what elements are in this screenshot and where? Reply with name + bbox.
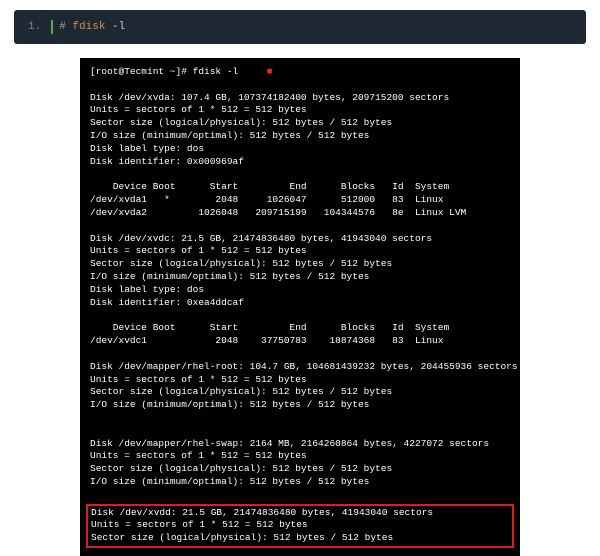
cursor-icon [51, 20, 53, 34]
disk-xvda-header: Disk /dev/xvda: 107.4 GB, 107374182400 b… [90, 92, 449, 103]
mapper-swap-io: I/O size (minimum/optimal): 512 bytes / … [90, 476, 369, 487]
partition-table2-row1: /dev/xvdc1 2048 37750783 18874368 83 Lin… [90, 335, 443, 346]
code-text: # fdisk -l [59, 21, 125, 33]
disk-xvdc-units: Units = sectors of 1 * 512 = 512 bytes [90, 245, 307, 256]
mapper-root-units: Units = sectors of 1 * 512 = 512 bytes [90, 374, 307, 385]
code-snippet: 1. # fdisk -l [14, 10, 586, 44]
command-name: fdisk [72, 21, 105, 33]
mapper-swap-sector: Sector size (logical/physical): 512 byte… [90, 463, 392, 474]
disk-xvda-ident: Disk identifier: 0x000969af [90, 156, 244, 167]
highlighted-sector: Sector size (logical/physical): 512 byte… [91, 532, 393, 543]
disk-xvda-units: Units = sectors of 1 * 512 = 512 bytes [90, 104, 307, 115]
disk-xvdc-label: Disk label type: dos [90, 284, 204, 295]
partition-table1-header: Device Boot Start End Blocks Id System [90, 181, 449, 192]
terminal-container: [root@Tecmint ~]# fdisk -l ■ Disk /dev/x… [0, 58, 600, 556]
disk-xvda-sector: Sector size (logical/physical): 512 byte… [90, 117, 392, 128]
partition-table2-header: Device Boot Start End Blocks Id System [90, 322, 449, 333]
shell-prompt: [root@Tecmint ~]# fdisk -l ■ [90, 66, 272, 77]
command-flag: -l [112, 21, 125, 33]
mapper-swap-units: Units = sectors of 1 * 512 = 512 bytes [90, 450, 307, 461]
line-number: 1. [28, 21, 41, 33]
disk-xvda-label: Disk label type: dos [90, 143, 204, 154]
disk-xvdc-ident: Disk identifier: 0xea4ddcaf [90, 297, 244, 308]
highlighted-units: Units = sectors of 1 * 512 = 512 bytes [91, 519, 308, 530]
cursor-dot-icon: ■ [267, 66, 273, 77]
disk-xvdc-sector: Sector size (logical/physical): 512 byte… [90, 258, 392, 269]
disk-xvdc-header: Disk /dev/xvdc: 21.5 GB, 21474836480 byt… [90, 233, 432, 244]
mapper-root-io: I/O size (minimum/optimal): 512 bytes / … [90, 399, 369, 410]
disk-xvdc-io: I/O size (minimum/optimal): 512 bytes / … [90, 271, 369, 282]
partition-table1-row1: /dev/xvda1 * 2048 1026047 512000 83 Linu… [90, 194, 443, 205]
mapper-root-header: Disk /dev/mapper/rhel-root: 104.7 GB, 10… [90, 361, 518, 372]
mapper-root-sector: Sector size (logical/physical): 512 byte… [90, 386, 392, 397]
highlighted-disk-block: Disk /dev/xvdd: 21.5 GB, 21474836480 byt… [86, 504, 514, 548]
hash-sign: # [59, 21, 66, 33]
disk-xvda-io: I/O size (minimum/optimal): 512 bytes / … [90, 130, 369, 141]
terminal-output: [root@Tecmint ~]# fdisk -l ■ Disk /dev/x… [80, 58, 520, 556]
prompt-text: [root@Tecmint ~]# fdisk -l [90, 66, 238, 77]
partition-table1-row2: /dev/xvda2 1026048 209715199 104344576 8… [90, 207, 466, 218]
mapper-swap-header: Disk /dev/mapper/rhel-swap: 2164 MB, 216… [90, 438, 489, 449]
highlighted-header: Disk /dev/xvdd: 21.5 GB, 21474836480 byt… [91, 507, 433, 518]
